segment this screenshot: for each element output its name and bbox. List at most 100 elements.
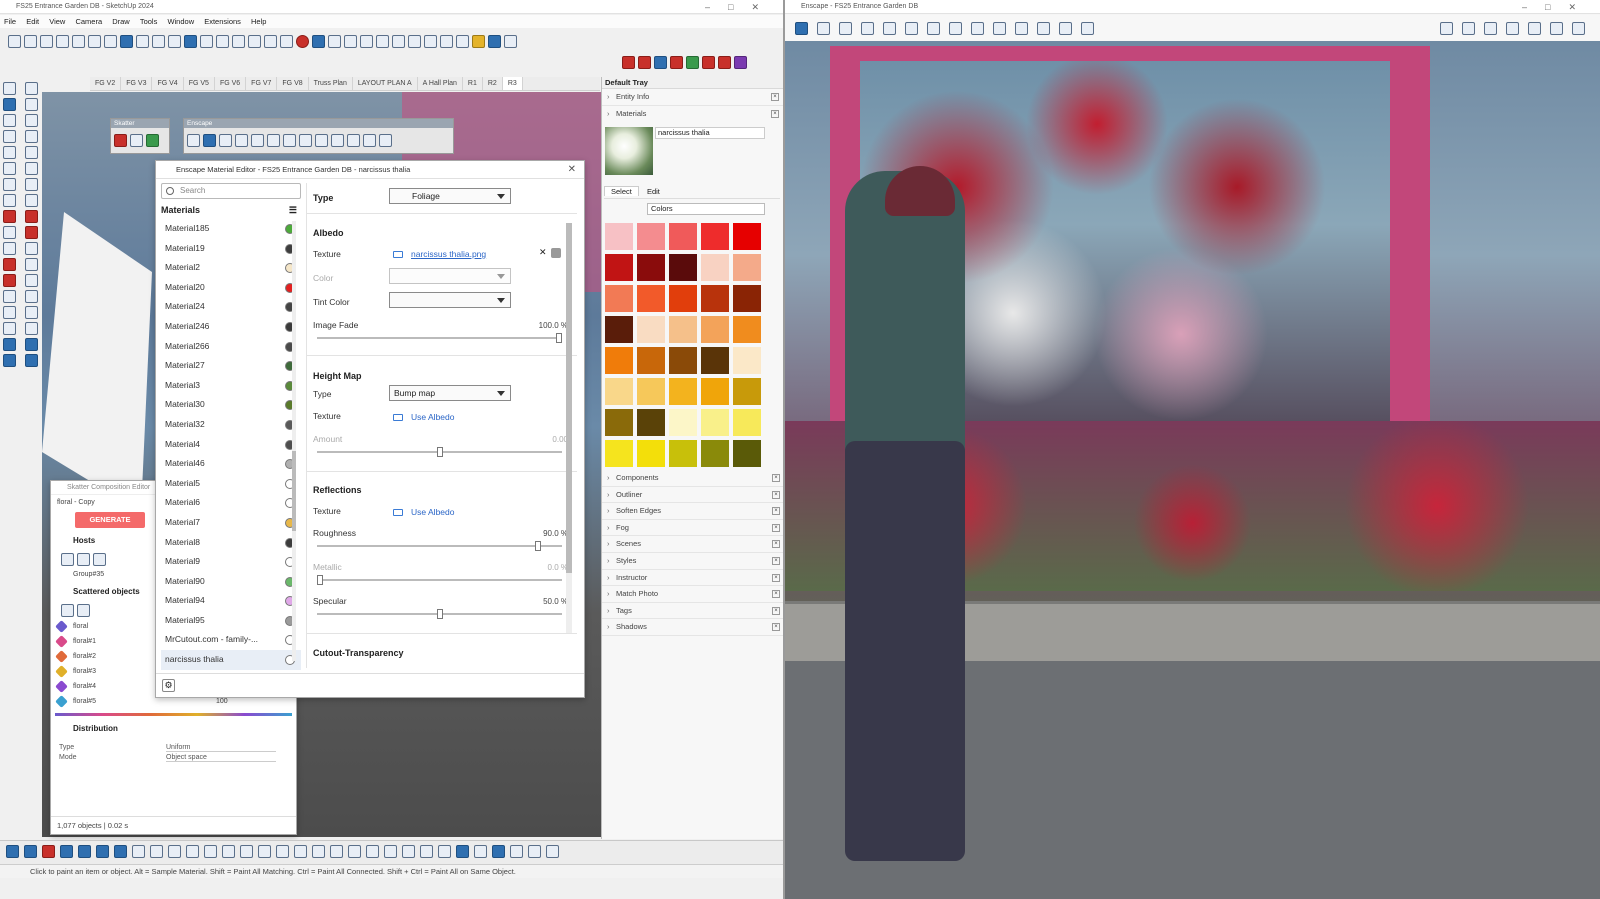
- object-select-icon[interactable]: [77, 603, 90, 617]
- color-swatch[interactable]: [733, 223, 761, 250]
- dist-type-dropdown[interactable]: Uniform: [166, 744, 276, 752]
- warehouse-icon[interactable]: [456, 35, 469, 48]
- image-fade-thumb[interactable]: [556, 333, 562, 343]
- help-icon[interactable]: [1572, 21, 1585, 35]
- arrow-red-5-icon[interactable]: [718, 56, 731, 69]
- tray-section-tags[interactable]: Tags ×: [602, 603, 783, 620]
- tab-edit[interactable]: Edit: [641, 187, 666, 196]
- panel-icon[interactable]: [817, 21, 830, 35]
- menu-edit[interactable]: Edit: [26, 17, 39, 26]
- color-swatch[interactable]: [605, 347, 633, 374]
- roughness-thumb[interactable]: [534, 541, 541, 551]
- close-icon[interactable]: ×: [772, 474, 780, 482]
- color-swatch[interactable]: [669, 440, 697, 467]
- protractor-icon[interactable]: [25, 242, 38, 255]
- tray-materials[interactable]: Materials ×: [602, 106, 783, 123]
- close-icon[interactable]: ×: [772, 490, 780, 499]
- arrow-red-4-icon[interactable]: [702, 56, 715, 69]
- enscape-settings-icon[interactable]: [315, 134, 328, 147]
- view-11-icon[interactable]: [312, 845, 325, 858]
- push-pull-icon[interactable]: [120, 35, 133, 48]
- tray-section-scenes[interactable]: Scenes ×: [602, 536, 783, 553]
- color-swatch[interactable]: [605, 223, 633, 250]
- color-swatch[interactable]: [637, 409, 665, 436]
- scale-icon[interactable]: [168, 35, 181, 48]
- nav-3-icon[interactable]: [492, 845, 505, 858]
- view-4-icon[interactable]: [186, 845, 199, 858]
- tray-section-match-photo[interactable]: Match Photo ×: [602, 586, 783, 603]
- color-swatch[interactable]: [669, 316, 697, 343]
- tray-section-soften-edges[interactable]: Soften Edges ×: [602, 503, 783, 520]
- distribution-header[interactable]: Distribution: [51, 724, 296, 738]
- select-arrow-icon[interactable]: [3, 82, 16, 95]
- enscape-objects-icon[interactable]: [331, 134, 344, 147]
- panorama-icon[interactable]: [971, 21, 984, 35]
- arrow-red-3-icon[interactable]: [670, 56, 683, 69]
- skatter-4-icon[interactable]: [25, 354, 38, 367]
- style-3-icon[interactable]: [42, 845, 55, 858]
- pan-icon[interactable]: [264, 35, 277, 48]
- view-16-icon[interactable]: [402, 845, 415, 858]
- component-icon[interactable]: [24, 35, 37, 48]
- arc-tool-icon[interactable]: [3, 178, 16, 191]
- nav-5-icon[interactable]: [528, 845, 541, 858]
- view-2-icon[interactable]: [150, 845, 163, 858]
- enscape-render-view[interactable]: [785, 41, 1600, 899]
- enscape-cart-icon[interactable]: [363, 134, 376, 147]
- freehand-icon[interactable]: [25, 130, 38, 143]
- material-row[interactable]: Material2: [161, 258, 301, 278]
- view-right-icon[interactable]: [360, 35, 373, 48]
- image-icon[interactable]: [993, 21, 1006, 35]
- pushpull-tool-icon[interactable]: [3, 194, 16, 207]
- line-icon[interactable]: [56, 35, 69, 48]
- enscape-start-icon[interactable]: [187, 134, 200, 147]
- 3d-text-icon[interactable]: [25, 274, 38, 287]
- host-pin-icon[interactable]: [93, 552, 106, 566]
- color-swatch[interactable]: [637, 378, 665, 405]
- material-row[interactable]: narcissus thalia: [161, 650, 301, 670]
- height-texture-field[interactable]: Use Albedo: [393, 412, 454, 422]
- paint-bucket-icon[interactable]: [184, 35, 197, 48]
- color-swatch[interactable]: [701, 254, 729, 281]
- close-icon[interactable]: ×: [771, 109, 779, 118]
- arrow-purple-icon[interactable]: [734, 56, 747, 69]
- view-back-icon[interactable]: [376, 35, 389, 48]
- skatter-library-icon[interactable]: [130, 134, 143, 147]
- arrow-blue-icon[interactable]: [654, 56, 667, 69]
- scene-tab[interactable]: R1: [463, 77, 483, 90]
- view-17-icon[interactable]: [420, 845, 433, 858]
- generate-button[interactable]: GENERATE: [75, 512, 145, 528]
- rotate-tool-icon[interactable]: [25, 210, 38, 223]
- material-row[interactable]: Material246: [161, 317, 301, 337]
- type-dropdown[interactable]: Foliage: [389, 188, 511, 204]
- color-swatch[interactable]: [701, 440, 729, 467]
- color-swatch[interactable]: [669, 254, 697, 281]
- skatter-2-icon[interactable]: [25, 338, 38, 351]
- texture-settings-icon[interactable]: [551, 248, 561, 258]
- scene-tab[interactable]: FG V3: [121, 77, 153, 90]
- pie-icon[interactable]: [25, 178, 38, 191]
- albedo-color-dropdown[interactable]: [389, 268, 511, 284]
- asset-library-icon[interactable]: [1440, 21, 1453, 35]
- color-swatch[interactable]: [701, 316, 729, 343]
- solid-tools-icon[interactable]: [424, 35, 437, 48]
- scene-tab-active[interactable]: R3: [502, 77, 523, 90]
- move-icon[interactable]: [136, 35, 149, 48]
- axes-icon[interactable]: [488, 35, 501, 48]
- position-camera-icon[interactable]: [3, 290, 16, 303]
- refl-texture-field[interactable]: Use Albedo: [393, 507, 454, 517]
- nav-2-icon[interactable]: [474, 845, 487, 858]
- color-swatch[interactable]: [669, 223, 697, 250]
- offset-icon[interactable]: [200, 35, 213, 48]
- color-swatch[interactable]: [701, 378, 729, 405]
- color-swatch[interactable]: [605, 378, 633, 405]
- menu-camera[interactable]: Camera: [75, 17, 102, 26]
- material-row[interactable]: Material5: [161, 474, 301, 494]
- specular-slider[interactable]: [317, 609, 562, 619]
- screenshot-icon[interactable]: [949, 21, 962, 35]
- style-2-icon[interactable]: [24, 845, 37, 858]
- tint-color-dropdown[interactable]: [389, 292, 511, 308]
- eye-icon[interactable]: [1528, 21, 1541, 35]
- shield-icon[interactable]: [883, 21, 896, 35]
- enscape-grid-icon[interactable]: [283, 134, 296, 147]
